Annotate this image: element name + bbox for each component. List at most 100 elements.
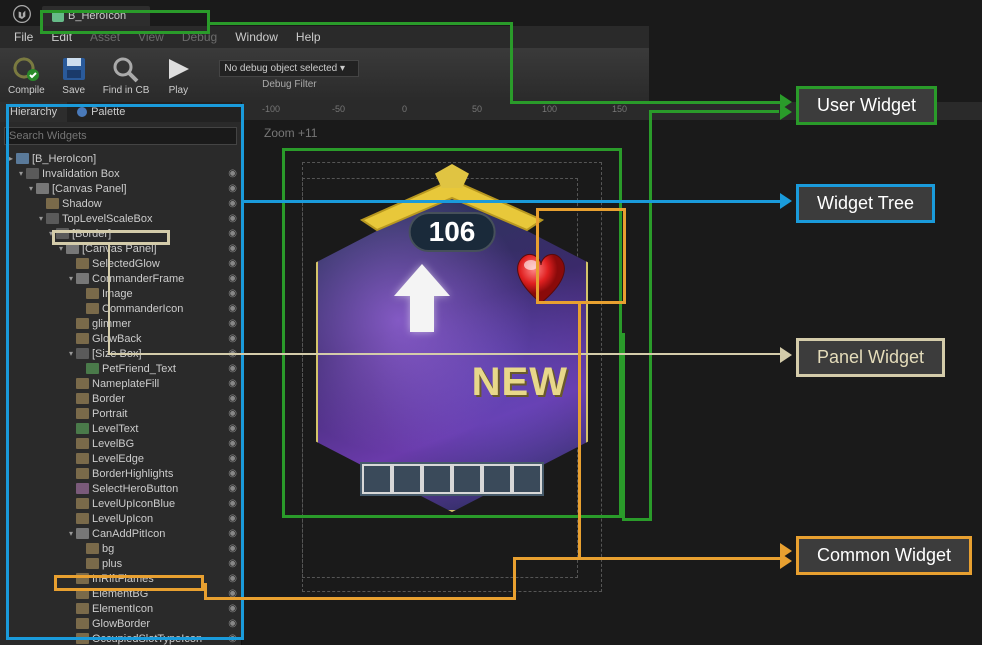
visibility-toggle-icon[interactable]: ◉ xyxy=(228,243,237,254)
expand-arrow-icon[interactable]: ▾ xyxy=(66,529,76,538)
tree-row[interactable]: Shadow◉ xyxy=(0,196,241,211)
visibility-toggle-icon[interactable]: ◉ xyxy=(228,318,237,329)
visibility-toggle-icon[interactable]: ◉ xyxy=(228,168,237,179)
menu-edit[interactable]: Edit xyxy=(43,28,80,46)
tree-row[interactable]: Border◉ xyxy=(0,391,241,406)
tree-row[interactable]: OccupiedSlotTypeIcon◉ xyxy=(0,631,241,645)
visibility-toggle-icon[interactable]: ◉ xyxy=(228,258,237,269)
menu-view[interactable]: View xyxy=(130,28,172,46)
visibility-toggle-icon[interactable]: ◉ xyxy=(228,498,237,509)
tree-row[interactable]: LevelEdge◉ xyxy=(0,451,241,466)
tree-row[interactable]: CommanderIcon◉ xyxy=(0,301,241,316)
tree-row[interactable]: LevelText◉ xyxy=(0,421,241,436)
tree-row[interactable]: SelectHeroButton ◉ xyxy=(0,481,241,496)
stars-panel xyxy=(360,462,544,496)
find-label: Find in CB xyxy=(103,85,150,96)
tab-hierarchy[interactable]: Hierarchy xyxy=(0,102,67,122)
search-input[interactable] xyxy=(4,127,237,145)
tree-row[interactable]: ▾CanAddPitIcon◉ xyxy=(0,526,241,541)
find-button[interactable]: Find in CB xyxy=(103,55,150,96)
expand-arrow-icon[interactable]: ▾ xyxy=(36,214,46,223)
visibility-toggle-icon[interactable]: ◉ xyxy=(228,198,237,209)
visibility-toggle-icon[interactable]: ◉ xyxy=(228,633,237,644)
visibility-toggle-icon[interactable]: ◉ xyxy=(228,468,237,479)
menu-debug[interactable]: Debug xyxy=(174,28,225,46)
visibility-toggle-icon[interactable]: ◉ xyxy=(228,183,237,194)
star-slot xyxy=(452,464,482,494)
visibility-toggle-icon[interactable]: ◉ xyxy=(228,303,237,314)
visibility-toggle-icon[interactable]: ◉ xyxy=(228,348,237,359)
tree-row[interactable]: LevelUpIcon◉ xyxy=(0,511,241,526)
tree-row[interactable]: GlowBack◉ xyxy=(0,331,241,346)
editor-tab[interactable]: B_HeroIcon xyxy=(42,6,150,26)
tree-row[interactable]: SelectedGlow ◉ xyxy=(0,256,241,271)
tree-row[interactable]: PetFriend_Text◉ xyxy=(0,361,241,376)
tree-row[interactable]: BorderHighlights◉ xyxy=(0,466,241,481)
visibility-toggle-icon[interactable]: ◉ xyxy=(228,558,237,569)
tree-row[interactable]: ▾[Border]◉ xyxy=(0,226,241,241)
expand-arrow-icon[interactable]: ▾ xyxy=(16,169,26,178)
visibility-toggle-icon[interactable]: ◉ xyxy=(228,453,237,464)
tree-row[interactable]: Image◉ xyxy=(0,286,241,301)
designer-viewport[interactable]: -100-50050100150 Zoom +11 106 NEW xyxy=(242,102,982,645)
compile-button[interactable]: Compile xyxy=(8,55,45,96)
visibility-toggle-icon[interactable]: ◉ xyxy=(228,483,237,494)
visibility-toggle-icon[interactable]: ◉ xyxy=(228,543,237,554)
visibility-toggle-icon[interactable]: ◉ xyxy=(228,213,237,224)
visibility-toggle-icon[interactable]: ◉ xyxy=(228,438,237,449)
play-button[interactable]: Play xyxy=(163,55,193,96)
widget-tree[interactable]: ▸[B_HeroIcon]▾Invalidation Box◉▾[Canvas … xyxy=(0,149,241,645)
visibility-toggle-icon[interactable]: ◉ xyxy=(228,378,237,389)
tree-row[interactable]: ▾CommanderFrame◉ xyxy=(0,271,241,286)
expand-arrow-icon[interactable]: ▾ xyxy=(56,244,66,253)
tree-row[interactable]: ▸[B_HeroIcon] xyxy=(0,151,241,166)
visibility-toggle-icon[interactable]: ◉ xyxy=(228,588,237,599)
tree-row[interactable]: ▾TopLevelScaleBox◉ xyxy=(0,211,241,226)
tree-row[interactable]: ElementBG◉ xyxy=(0,586,241,601)
menu-asset[interactable]: Asset xyxy=(82,28,128,46)
expand-arrow-icon[interactable]: ▾ xyxy=(66,349,76,358)
floppy-icon xyxy=(59,55,89,83)
visibility-toggle-icon[interactable]: ◉ xyxy=(228,408,237,419)
menu-help[interactable]: Help xyxy=(288,28,329,46)
visibility-toggle-icon[interactable]: ◉ xyxy=(228,513,237,524)
visibility-toggle-icon[interactable]: ◉ xyxy=(228,273,237,284)
tree-row[interactable]: plus◉ xyxy=(0,556,241,571)
tree-item-label: SelectHeroButton xyxy=(92,483,178,495)
tree-item-label: SelectedGlow xyxy=(92,258,160,270)
visibility-toggle-icon[interactable]: ◉ xyxy=(228,618,237,629)
expand-arrow-icon[interactable]: ▾ xyxy=(26,184,36,193)
expand-arrow-icon[interactable]: ▾ xyxy=(66,274,76,283)
visibility-toggle-icon[interactable]: ◉ xyxy=(228,228,237,239)
tree-row[interactable]: GlowBorder◉ xyxy=(0,616,241,631)
visibility-toggle-icon[interactable]: ◉ xyxy=(228,603,237,614)
save-button[interactable]: Save xyxy=(59,55,89,96)
tree-row[interactable]: LevelBG◉ xyxy=(0,436,241,451)
tree-row[interactable]: bg◉ xyxy=(0,541,241,556)
visibility-toggle-icon[interactable]: ◉ xyxy=(228,363,237,374)
menu-window[interactable]: Window xyxy=(227,28,286,46)
tree-item-label: glimmer xyxy=(92,318,131,330)
visibility-toggle-icon[interactable]: ◉ xyxy=(228,528,237,539)
tab-palette[interactable]: Palette xyxy=(67,102,135,122)
menu-file[interactable]: File xyxy=(6,28,41,46)
tree-row[interactable]: InRiftFlames◉ xyxy=(0,571,241,586)
tree-row[interactable]: ▾[Canvas Panel]◉ xyxy=(0,181,241,196)
visibility-toggle-icon[interactable]: ◉ xyxy=(228,333,237,344)
visibility-toggle-icon[interactable]: ◉ xyxy=(228,423,237,434)
tree-row[interactable]: ▾[Canvas Panel]◉ xyxy=(0,241,241,256)
tree-row[interactable]: Portrait◉ xyxy=(0,406,241,421)
tree-row[interactable]: ElementIcon◉ xyxy=(0,601,241,616)
tree-row[interactable]: NameplateFill◉ xyxy=(0,376,241,391)
widget-type-icon xyxy=(46,213,59,224)
visibility-toggle-icon[interactable]: ◉ xyxy=(228,393,237,404)
expand-arrow-icon[interactable]: ▾ xyxy=(46,229,56,238)
tree-row[interactable]: LevelUpIconBlue◉ xyxy=(0,496,241,511)
tree-row[interactable]: glimmer ◉ xyxy=(0,316,241,331)
visibility-toggle-icon[interactable]: ◉ xyxy=(228,573,237,584)
expand-arrow-icon[interactable]: ▸ xyxy=(6,154,16,163)
visibility-toggle-icon[interactable]: ◉ xyxy=(228,288,237,299)
debug-object-select[interactable]: No debug object selected ▾ xyxy=(219,60,359,77)
tree-row[interactable]: ▾Invalidation Box◉ xyxy=(0,166,241,181)
tree-row[interactable]: ▾[Size Box]◉ xyxy=(0,346,241,361)
